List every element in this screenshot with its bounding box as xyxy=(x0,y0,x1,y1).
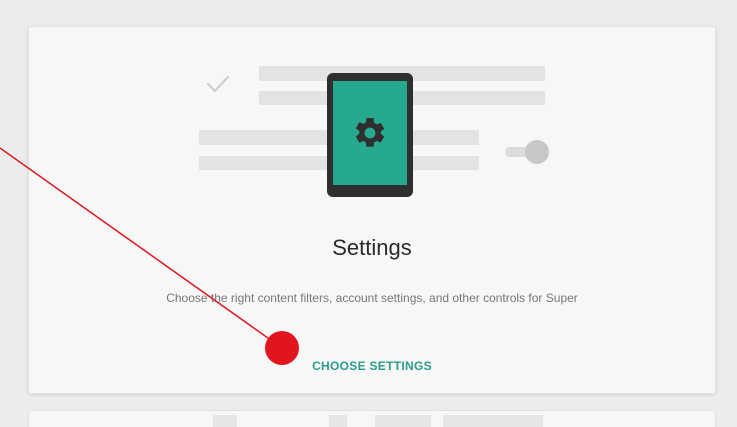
next-card-preview xyxy=(28,410,716,427)
choose-settings-button[interactable]: CHOOSE SETTINGS xyxy=(312,359,432,373)
check-icon xyxy=(206,75,230,93)
placeholder-bar xyxy=(213,415,237,427)
settings-illustration xyxy=(29,27,715,227)
placeholder-bar xyxy=(329,415,347,427)
card-description: Choose the right content filters, accoun… xyxy=(166,291,578,305)
toggle-switch-icon xyxy=(505,139,549,165)
gear-icon xyxy=(355,117,385,147)
placeholder-bar xyxy=(375,415,431,427)
card-title: Settings xyxy=(332,235,412,260)
settings-card: Settings Choose the right content filter… xyxy=(28,26,716,394)
page: Settings Choose the right content filter… xyxy=(0,0,737,427)
tablet-icon xyxy=(327,73,413,197)
placeholder-bar xyxy=(443,415,543,427)
